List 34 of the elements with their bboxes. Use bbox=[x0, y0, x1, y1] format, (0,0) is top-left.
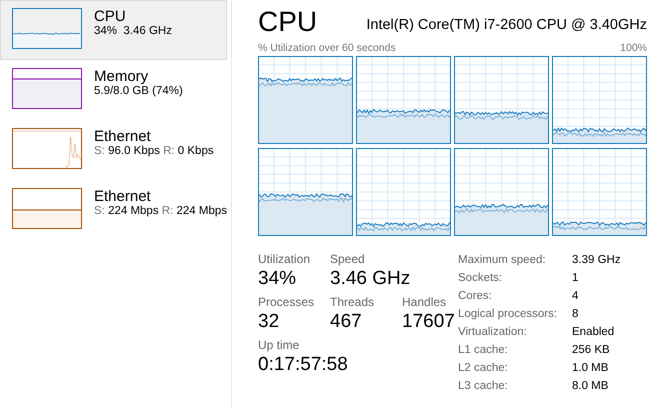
spec-value: 1 bbox=[572, 271, 580, 286]
spec-label: Cores: bbox=[458, 289, 493, 304]
page-title: CPU bbox=[258, 8, 318, 36]
spec-label: L3 cache: bbox=[458, 379, 509, 394]
spec-value: 1.0 MB bbox=[572, 361, 610, 376]
spec-label: L1 cache: bbox=[458, 343, 509, 358]
stat-label: Speed bbox=[330, 252, 366, 266]
spec-label: L2 cache: bbox=[458, 361, 509, 376]
spec-label: Maximum speed: bbox=[458, 253, 547, 268]
spec-label: Virtualization: bbox=[458, 325, 528, 340]
spec-value: 256 KB bbox=[572, 343, 611, 358]
stat-value: 3.46 GHz bbox=[330, 268, 410, 290]
graph-caption: % Utilization over 60 seconds bbox=[258, 42, 396, 54]
spec-label: Sockets: bbox=[458, 271, 504, 286]
stat-label: Utilization bbox=[258, 252, 312, 266]
graph-max-label: 100% bbox=[620, 42, 647, 54]
sidebar-item[interactable]: Ethernet S: 96.0 Kbps R: 0 Kbps bbox=[0, 120, 227, 180]
spec-value: 4 bbox=[572, 289, 580, 304]
stat-label: Up time bbox=[258, 338, 300, 352]
stat-label: Processes bbox=[258, 295, 316, 309]
spec-value: Enabled bbox=[572, 325, 616, 340]
stat-label: Threads bbox=[330, 295, 376, 309]
stat-value: 467 bbox=[330, 311, 363, 333]
spec-value: 8 bbox=[572, 307, 580, 322]
sidebar-item[interactable]: Memory 5.9/8.0 GB (74%) bbox=[0, 60, 227, 120]
sidebar-item[interactable]: CPU 34% 3.46 GHz bbox=[0, 0, 227, 60]
spec-value: 3.39 GHz bbox=[572, 253, 621, 268]
stat-value: 32 bbox=[258, 311, 280, 333]
stat-value: 0:17:57:58 bbox=[258, 354, 348, 376]
processor-model: Intel(R) Core(TM) i7-2600 CPU @ 3.40GHz bbox=[366, 17, 647, 35]
spec-value: 8.0 MB bbox=[572, 379, 610, 394]
stat-value: 34% bbox=[258, 268, 298, 290]
sidebar-item[interactable]: Ethernet S: 224 Mbps R: 224 Mbps bbox=[0, 180, 227, 240]
spec-label: Logical processors: bbox=[458, 307, 558, 322]
